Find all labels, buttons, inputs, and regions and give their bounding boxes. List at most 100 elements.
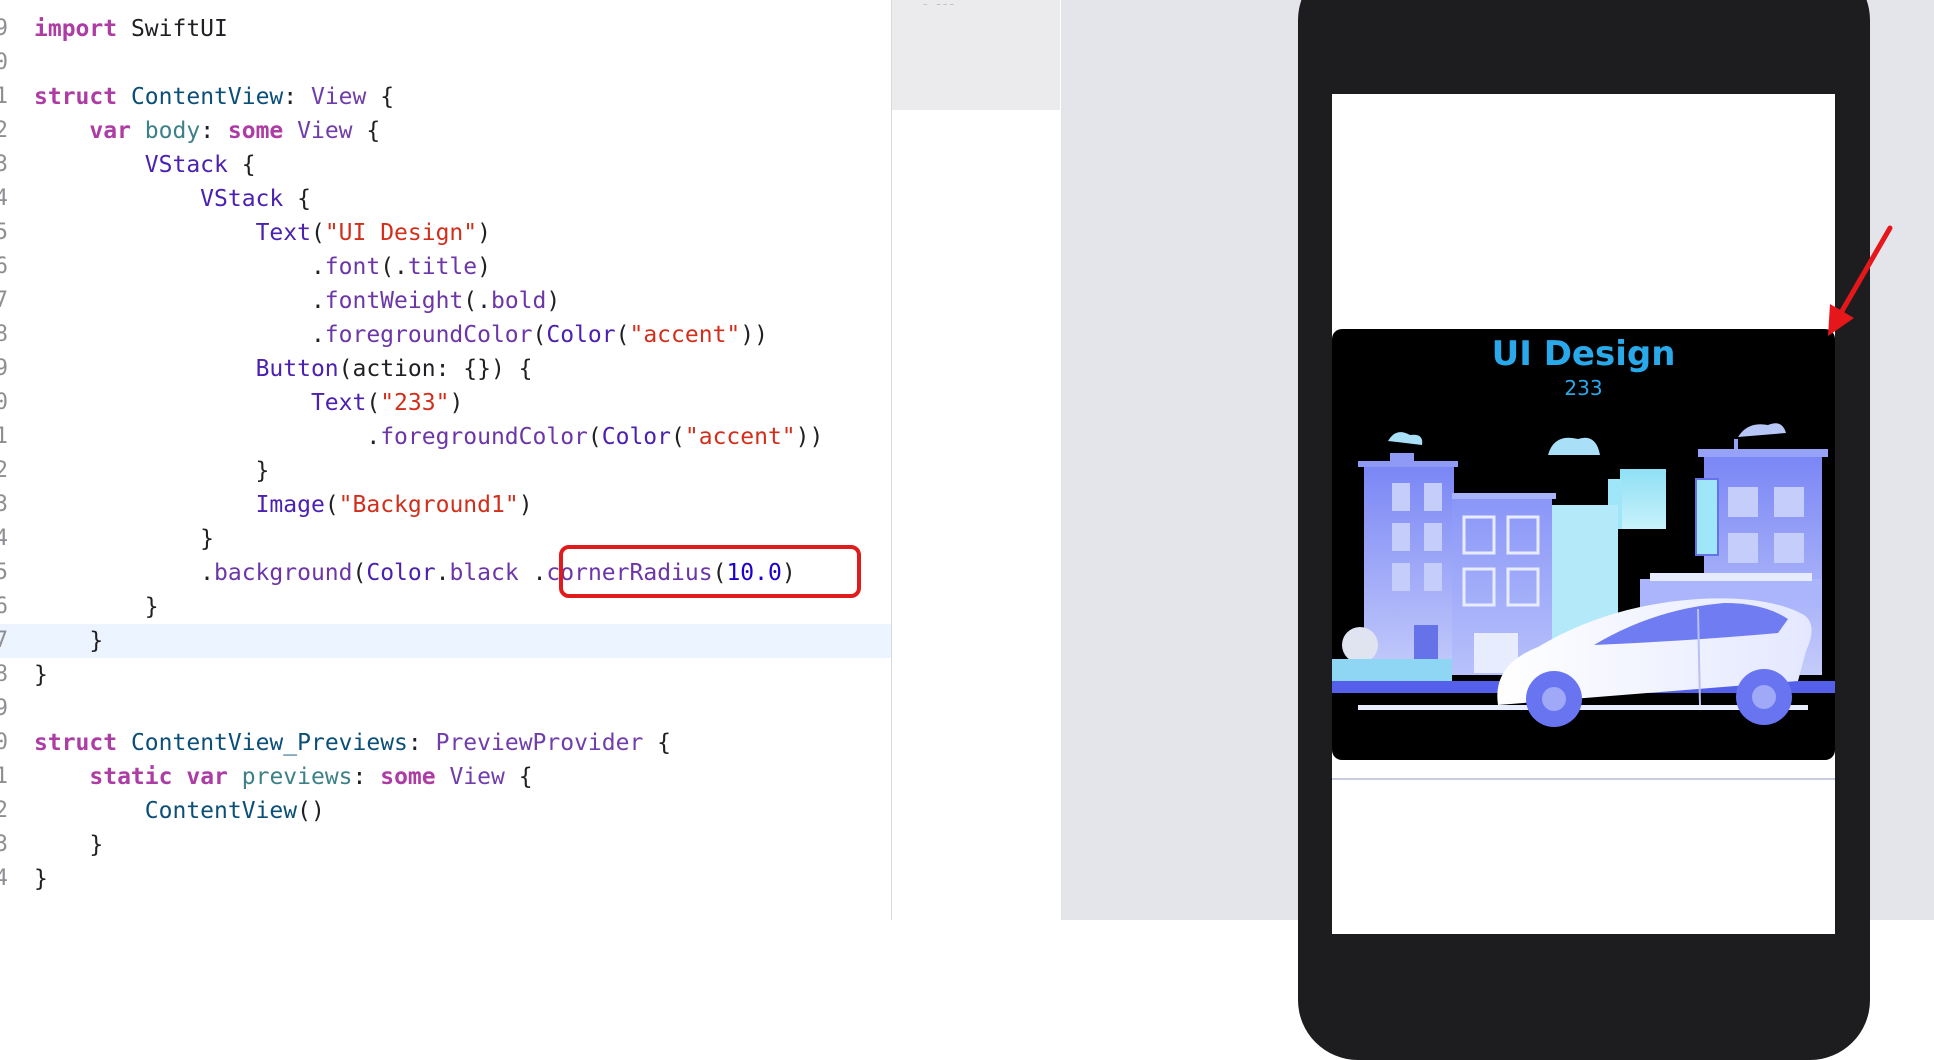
code-token: background (214, 560, 353, 586)
code-line[interactable]: 6 .font(.title) (0, 250, 891, 284)
code-line[interactable]: 0 (0, 46, 891, 80)
code-editor[interactable]: 9 import SwiftUI 0 1 struct ContentView: Vie… (0, 0, 891, 920)
code-token: some (227, 118, 284, 144)
code-token: . (518, 560, 547, 586)
code-token: fontWeight (324, 288, 464, 314)
code-text: .font(.title) (34, 250, 491, 284)
code-text: var body: some View { (34, 114, 380, 148)
code-line[interactable]: 1 struct ContentView: View { (0, 80, 891, 114)
code-text: Image("Background1") (34, 488, 533, 522)
inspector-panel: ⁻ ⁻⁻⁻ (892, 0, 1060, 920)
line-number: 1 (0, 84, 8, 109)
code-token: "accent" (629, 322, 741, 348)
code-token: previews (241, 764, 353, 790)
code-token: VStack (144, 152, 228, 178)
code-text: VStack { (34, 182, 311, 216)
code-line[interactable]: 7 .fontWeight(.bold) (0, 284, 891, 318)
code-token: var (186, 764, 228, 790)
code-token: "UI Design" (324, 220, 478, 246)
code-token: foregroundColor (380, 424, 588, 450)
code-line[interactable]: 9 (0, 692, 891, 726)
code-token: )) (740, 322, 768, 348)
line-number: 8 (0, 322, 8, 347)
code-line[interactable]: 7 } (0, 624, 891, 658)
code-line[interactable]: 0 struct ContentView_Previews: PreviewPro… (0, 726, 891, 760)
code-text: } (34, 828, 103, 862)
code-token: ( (310, 220, 325, 246)
code-token: struct (34, 84, 118, 110)
code-token: some (380, 764, 436, 790)
line-number: 2 (0, 458, 8, 483)
code-line[interactable]: 9 Button(action: {}) { (0, 352, 891, 386)
code-token: { (283, 186, 311, 212)
code-line[interactable]: 0 Text("233") (0, 386, 891, 420)
code-token: )) (795, 424, 824, 450)
code-line[interactable]: 1 .foregroundColor(Color("accent")) (0, 420, 891, 454)
preview-card: UI Design 233 (1332, 329, 1835, 760)
code-line[interactable]: 4 VStack { (0, 182, 891, 216)
code-token: ContentView (130, 84, 284, 110)
code-token: (action: {}) { (338, 356, 533, 382)
code-token: . (435, 560, 450, 586)
code-token: foregroundColor (324, 322, 533, 348)
code-token: static (89, 764, 173, 790)
code-text: } (34, 454, 270, 488)
code-token: Color (601, 424, 672, 450)
line-number: 1 (0, 764, 8, 789)
code-token: ( (587, 424, 602, 450)
line-number: 4 (0, 186, 8, 211)
code-token: . (34, 560, 215, 586)
code-token: ( (324, 492, 339, 518)
code-token: { (504, 764, 533, 790)
code-token: } (34, 662, 48, 688)
code-token: ) (477, 254, 491, 280)
code-text: .foregroundColor(Color("accent")) (34, 420, 823, 454)
code-text: .foregroundColor(Color("accent")) (34, 318, 768, 352)
code-token: } (34, 594, 159, 620)
line-number: 7 (0, 288, 8, 313)
line-number: 8 (0, 662, 8, 687)
code-line[interactable]: 8 .foregroundColor(Color("accent")) (0, 318, 891, 352)
line-number: 3 (0, 152, 8, 177)
code-token: (. (463, 288, 491, 314)
line-number: 9 (0, 696, 8, 721)
code-token: ) (518, 492, 533, 518)
code-line[interactable]: 2 ContentView() (0, 794, 891, 828)
code-line[interactable]: 3 Image("Background1") (0, 488, 891, 522)
code-token: bold (490, 288, 547, 314)
code-line[interactable]: 5 Text("UI Design") (0, 216, 891, 250)
code-line[interactable]: 3 VStack { (0, 148, 891, 182)
inspector-marks: ⁻ ⁻⁻⁻ (922, 0, 956, 13)
inspector-header (892, 0, 1060, 110)
highlight-box-corner-radius (559, 545, 861, 598)
code-line[interactable]: 3 } (0, 828, 891, 862)
code-text: } (34, 522, 214, 556)
line-number: 9 (0, 356, 8, 381)
code-line[interactable]: 9 import SwiftUI (0, 12, 891, 46)
code-token: body (144, 118, 201, 144)
code-token: } (34, 526, 215, 552)
code-token: struct (34, 730, 118, 756)
code-line[interactable]: 2 var body: some View { (0, 114, 891, 148)
code-token: ( (615, 322, 630, 348)
preview-button[interactable]: 233 (1332, 375, 1835, 401)
code-token: ContentView (144, 798, 298, 824)
code-line[interactable]: 1 static var previews: some View { (0, 760, 891, 794)
code-line[interactable]: 8} (0, 658, 891, 692)
code-line[interactable]: 2 } (0, 454, 891, 488)
line-number: 9 (0, 16, 8, 41)
line-number: 2 (0, 798, 8, 823)
code-token: ( (352, 560, 367, 586)
code-token: black (449, 560, 519, 586)
code-token: . (34, 254, 325, 280)
code-line[interactable]: 4} (0, 862, 891, 896)
